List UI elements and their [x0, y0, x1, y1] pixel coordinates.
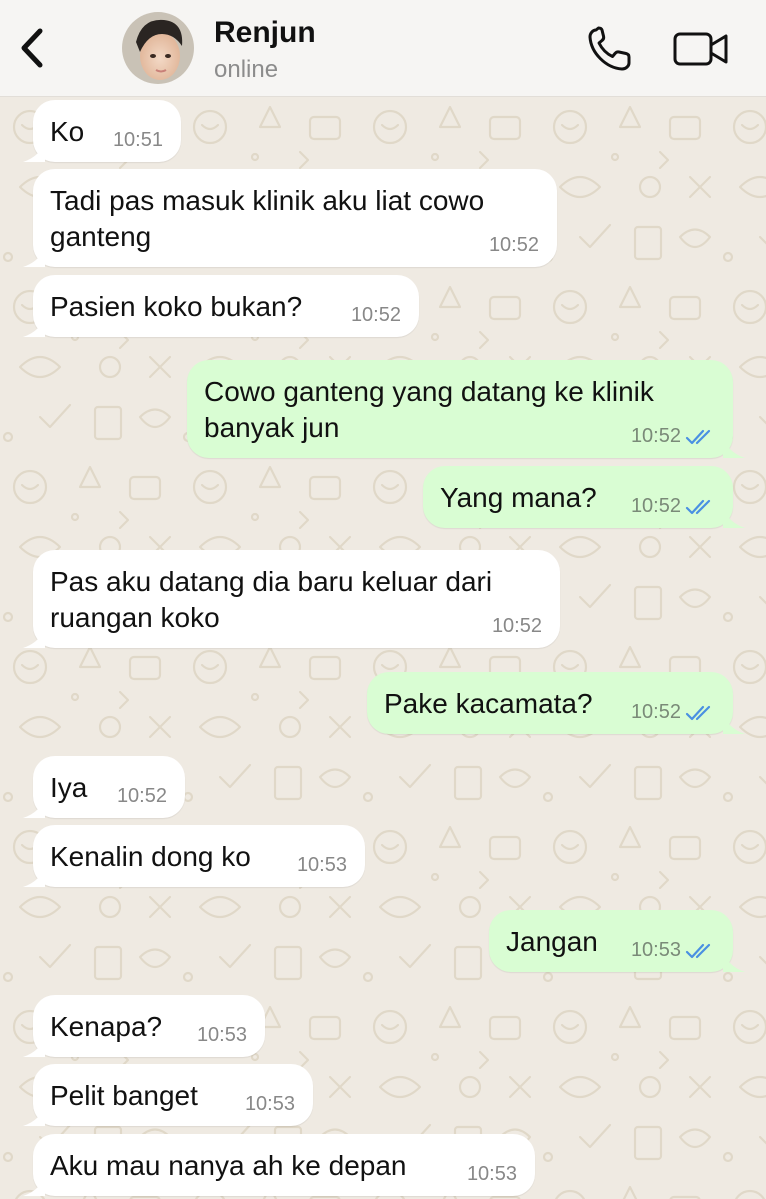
message-time: 10:53 — [466, 1163, 517, 1185]
message-text: Tadi pas masuk klinik aku liat cowo gant… — [50, 185, 485, 252]
message-meta: 10:52 — [351, 304, 401, 327]
message-time: 10:53 — [196, 1024, 247, 1046]
read-receipt-double-check-icon — [685, 429, 711, 444]
bubble-tail — [723, 436, 745, 458]
chat-background: Ko 10:51 Tadi pas masuk klinik aku liat co… — [0, 97, 766, 1199]
incoming-message-bubble[interactable]: Kenalin dong ko 10:53 — [23, 825, 365, 887]
message-meta: 10:53 — [467, 1163, 517, 1186]
message-time: 10:52 — [491, 615, 542, 637]
message-time: 10:52 — [630, 701, 681, 723]
incoming-message-bubble[interactable]: Pelit banget 10:53 — [23, 1064, 313, 1126]
avatar[interactable] — [122, 12, 194, 84]
message-meta: 10:52 — [492, 615, 542, 638]
outgoing-message-bubble[interactable]: Yang mana? 10:52 — [423, 466, 745, 528]
chat-header: Renjun online — [0, 0, 766, 97]
bubble-tail — [723, 506, 745, 528]
incoming-message-bubble[interactable]: Aku mau nanya ah ke depan 10:53 — [23, 1134, 535, 1196]
outgoing-message-bubble[interactable]: Pake kacamata? 10:52 — [367, 672, 745, 734]
incoming-message-bubble[interactable]: Ko 10:51 — [23, 100, 181, 162]
bubble-tail — [23, 796, 45, 818]
video-call-button[interactable] — [672, 28, 730, 70]
bubble-tail — [723, 712, 745, 734]
read-receipt-double-check-icon — [685, 943, 711, 958]
message-meta: 10:52 — [631, 495, 715, 518]
message-meta: 10:53 — [197, 1024, 247, 1047]
message-meta: 10:52 — [631, 425, 715, 448]
message-time: 10:52 — [488, 234, 539, 256]
message-meta: 10:53 — [297, 854, 347, 877]
message-time: 10:52 — [116, 785, 167, 807]
message-text: Pasien koko bukan? — [50, 291, 303, 322]
message-time: 10:53 — [296, 854, 347, 876]
message-time: 10:52 — [350, 304, 401, 326]
message-time: 10:52 — [630, 425, 681, 447]
message-meta: 10:51 — [113, 129, 163, 152]
message-meta: 10:53 — [245, 1093, 295, 1116]
bubble-tail — [23, 626, 45, 648]
bubble-tail — [23, 245, 45, 267]
message-time: 10:53 — [630, 939, 681, 961]
chevron-left-icon — [21, 28, 43, 68]
message-meta: 10:52 — [489, 234, 539, 257]
message-text: Aku mau nanya ah ke depan — [50, 1150, 407, 1181]
incoming-message-bubble[interactable]: Iya 10:52 — [23, 756, 185, 818]
incoming-message-bubble[interactable]: Pas aku datang dia baru keluar dari ruan… — [23, 550, 560, 648]
message-time: 10:51 — [112, 129, 163, 151]
voice-call-button[interactable] — [586, 26, 634, 72]
message-meta: 10:53 — [631, 939, 715, 962]
incoming-message-bubble[interactable]: Pasien koko bukan? 10:52 — [23, 275, 419, 337]
incoming-message-bubble[interactable]: Kenapa? 10:53 — [23, 995, 265, 1057]
back-button[interactable] — [14, 24, 50, 72]
bubble-tail — [23, 315, 45, 337]
bubble-tail — [23, 1174, 45, 1196]
read-receipt-double-check-icon — [685, 705, 711, 720]
bubble-tail — [23, 140, 45, 162]
outgoing-message-bubble[interactable]: Jangan 10:53 — [489, 910, 745, 972]
bubble-tail — [23, 1035, 45, 1057]
bubble-tail — [723, 950, 745, 972]
message-time: 10:52 — [630, 495, 681, 517]
message-meta: 10:52 — [117, 785, 167, 808]
read-receipt-double-check-icon — [685, 499, 711, 514]
contact-name[interactable]: Renjun — [214, 16, 316, 50]
contact-status: online — [214, 56, 279, 83]
video-camera-icon — [673, 32, 728, 66]
message-meta: 10:52 — [631, 701, 715, 724]
bubble-tail — [23, 1104, 45, 1126]
bubble-tail — [23, 865, 45, 887]
phone-icon — [588, 26, 631, 71]
message-time: 10:53 — [244, 1093, 295, 1115]
message-text: Pas aku datang dia baru keluar dari ruan… — [50, 566, 493, 633]
outgoing-message-bubble[interactable]: Cowo ganteng yang datang ke klinik banya… — [187, 360, 745, 458]
incoming-message-bubble[interactable]: Tadi pas masuk klinik aku liat cowo gant… — [23, 169, 557, 267]
